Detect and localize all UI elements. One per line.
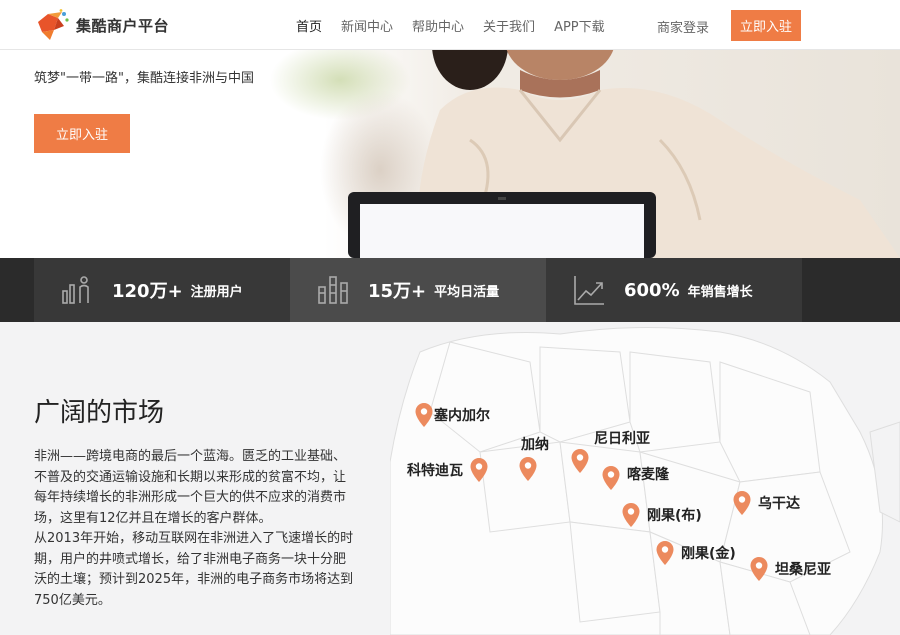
stat-value: 15万+ (368, 281, 427, 302)
growth-chart-icon (574, 276, 604, 305)
country-label: 塞内加尔 (434, 408, 490, 424)
stat-registered-users: 120万+ 注册用户 (34, 258, 290, 322)
country-label: 加纳 (521, 437, 549, 453)
stat-value: 120万+ (112, 281, 183, 302)
map-pin-icon (519, 457, 537, 481)
join-button-hero[interactable]: 立即入驻 (34, 114, 130, 153)
market-paragraph: 从2013年开始，移动互联网在非洲进入了飞速增长的时期，用户的井喷式增长，给了非… (34, 531, 354, 608)
pin-senegal: 塞内加尔 (414, 402, 490, 428)
logo-icon (38, 9, 69, 40)
logo-text: 集酷商户平台 (76, 16, 170, 35)
country-label: 坦桑尼亚 (775, 562, 831, 578)
map-pin-icon (602, 466, 620, 490)
pin-congo-kinshasa: 刚果(金) (655, 540, 736, 566)
nav-home[interactable]: 首页 (296, 16, 322, 35)
bar-chart-icon (318, 276, 348, 304)
map-pin-icon (415, 403, 433, 427)
country-label: 尼日利亚 (594, 431, 650, 447)
pin-congo-brazzaville: 刚果(布) (621, 502, 702, 528)
nav-help[interactable]: 帮助中心 (412, 16, 464, 35)
join-button-header[interactable]: 立即入驻 (731, 10, 801, 41)
nav-app-download[interactable]: APP下载 (554, 16, 605, 35)
country-label: 刚果(金) (681, 546, 736, 562)
logo[interactable]: 集酷商户平台 (34, 8, 169, 42)
stat-daily-active: 15万+ 平均日活量 (290, 258, 546, 322)
map-pin-icon (750, 557, 768, 581)
market-paragraph: 非洲——跨境电商的最后一个蓝海。匮乏的工业基础、不普及的交通运输设施和长期以来形… (34, 449, 347, 526)
merchant-login-link[interactable]: 商家登录 (657, 17, 709, 36)
top-header: 集酷商户平台 首页 新闻中心 帮助中心 关于我们 APP下载 商家登录 立即入驻 (0, 0, 900, 50)
pin-uganda: 乌干达 (732, 490, 800, 516)
market-title: 广阔的市场 (34, 398, 165, 428)
hero-banner: 筑梦"一带一路"，集酷连接非洲与中国 立即入驻 (0, 50, 900, 258)
country-label: 刚果(布) (647, 508, 702, 524)
map-pin-icon (733, 491, 751, 515)
nav-about[interactable]: 关于我们 (483, 16, 535, 35)
pin-tanzania: 坦桑尼亚 (749, 556, 831, 582)
users-icon (62, 276, 89, 304)
map-pin-icon (571, 449, 589, 473)
nav-news[interactable]: 新闻中心 (341, 16, 393, 35)
pin-cote-divoire: 科特迪瓦 (407, 457, 489, 483)
map-pin-icon (656, 541, 674, 565)
country-label: 喀麦隆 (627, 467, 669, 483)
map-pin-icon (622, 503, 640, 527)
hero-slogan: 筑梦"一带一路"，集酷连接非洲与中国 (34, 71, 254, 86)
map-pin-icon (470, 458, 488, 482)
stat-label: 平均日活量 (434, 284, 500, 300)
stat-value: 600% (624, 279, 680, 301)
market-description: 非洲——跨境电商的最后一个蓝海。匮乏的工业基础、不普及的交通运输设施和长期以来形… (34, 447, 356, 611)
stat-label: 注册用户 (190, 284, 243, 300)
market-section: 广阔的市场 非洲——跨境电商的最后一个蓝海。匮乏的工业基础、不普及的交通运输设施… (0, 322, 900, 635)
pin-cameroon: 喀麦隆 (601, 465, 669, 491)
stat-label: 年销售增长 (687, 284, 753, 300)
stat-sales-growth: 600% 年销售增长 (546, 258, 802, 322)
country-label: 乌干达 (758, 496, 800, 512)
main-nav: 首页 新闻中心 帮助中心 关于我们 APP下载 (296, 0, 624, 50)
stats-band: 120万+ 注册用户 15万+ 平均日活量 600% 年销售增长 (0, 258, 900, 322)
country-label: 科特迪瓦 (407, 463, 463, 479)
pin-ghana: 加纳 (507, 434, 549, 482)
